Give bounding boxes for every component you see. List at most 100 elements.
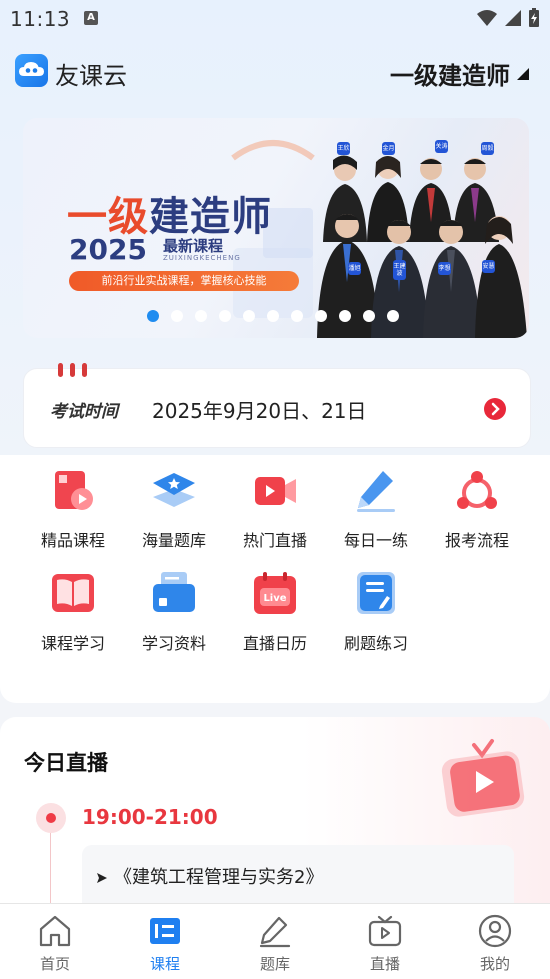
flow-nodes-icon (457, 471, 497, 509)
banner-dot[interactable] (243, 310, 255, 322)
exam-time-label: 考试时间 (50, 402, 118, 422)
teacher-tag: 王建波 (393, 260, 406, 280)
grid-item-label: 课程学习 (40, 634, 105, 653)
grid-item-courses[interactable]: 精品课程 (23, 455, 123, 550)
teacher-tag: 李想 (438, 262, 451, 275)
app-name: 友课云 (55, 62, 127, 90)
banner-tagline: 前沿行业实战课程，掌握核心技能 (69, 271, 299, 291)
teacher-tag: 安慧 (482, 260, 495, 273)
exam-time-card[interactable]: 考试时间 2025年9月20日、21日 (23, 363, 531, 448)
course-icon (150, 918, 180, 944)
teachers-illustration (317, 155, 527, 338)
tab-question-bank[interactable]: 题库 (220, 904, 330, 979)
svg-text:Live: Live (263, 593, 286, 604)
tab-label: 直播 (369, 955, 400, 973)
grid-item-practice[interactable]: 刷题练习 (326, 558, 426, 653)
grid-item-course-study[interactable]: 课程学习 (23, 558, 123, 653)
banner-title-blue: 建造师 (149, 194, 272, 240)
exam-selector[interactable]: 一级建造师 (390, 56, 530, 91)
banner-year: 2025 (69, 233, 147, 266)
status-time: 11:13 (10, 7, 71, 31)
live-calendar-icon: Live (254, 572, 296, 614)
live-time: 19:00-21:00 (82, 805, 218, 829)
grid-item-label: 每日一练 (343, 531, 408, 550)
grid-item-daily-practice[interactable]: 每日一练 (326, 455, 426, 550)
banner-dot[interactable] (363, 310, 375, 322)
wifi-icon (477, 10, 497, 26)
app-logo (15, 54, 48, 87)
triangle-right-icon (97, 873, 107, 883)
tab-live[interactable]: 直播 (330, 904, 440, 979)
banner-dot[interactable] (387, 310, 399, 322)
banner-dot[interactable] (195, 310, 207, 322)
open-book-icon (52, 574, 94, 612)
exam-selector-label: 一级建造师 (390, 62, 510, 90)
cloud-icon (19, 62, 44, 76)
edit-icon (259, 916, 291, 948)
teacher-tag: 关涛 (435, 140, 448, 153)
pencil-icon (357, 471, 395, 512)
book-play-icon (55, 471, 93, 510)
grid-item-live-calendar[interactable]: Live 直播日历 (225, 558, 325, 653)
tab-course[interactable]: 课程 (110, 904, 220, 979)
teacher-tag: 金月 (382, 142, 395, 155)
feature-grid: 精品课程 海量题库 热门直播 每日一练 报考流程 课程学习 学习资料 Live … (0, 455, 550, 703)
bottom-tab-bar: 首页 课程 题库 直播 我的 (0, 903, 550, 979)
status-icons (476, 8, 540, 28)
live-course-title: 《建筑工程管理与实务2》 (96, 863, 323, 889)
banner-dot[interactable] (219, 310, 231, 322)
pins-decoration (58, 363, 87, 377)
user-icon (478, 914, 512, 948)
grid-item-label: 刷题练习 (343, 634, 408, 653)
grid-item-materials[interactable]: 学习资料 (124, 558, 224, 653)
tv-play-decoration-icon (441, 739, 525, 817)
banner-subtitle-en: ZUIXINGKECHENG (163, 254, 241, 262)
grid-item-label: 直播日历 (242, 634, 307, 653)
tab-label: 课程 (149, 955, 180, 973)
tab-label: 我的 (479, 955, 510, 973)
grid-item-label: 报考流程 (444, 531, 509, 550)
grid-item-label: 精品课程 (40, 531, 105, 550)
banner-dot[interactable] (267, 310, 279, 322)
banner-dot[interactable] (315, 310, 327, 322)
tab-label: 题库 (259, 955, 290, 973)
banner-subtitle: 最新课程 (163, 237, 224, 255)
promo-banner[interactable]: 一级建造师 2025 最新课程 ZUIXINGKECHENG 前沿行业实战课程，… (23, 118, 529, 338)
triangle-down-icon (517, 67, 529, 80)
banner-pagination (147, 310, 399, 322)
grid-item-label: 热门直播 (242, 531, 307, 550)
status-bar: 11:13 A (0, 0, 550, 38)
banner-dot[interactable] (339, 310, 351, 322)
live-course-name: 《建筑工程管理与实务2》 (114, 867, 324, 888)
note-edit-icon (357, 572, 395, 614)
exam-time-value: 2025年9月20日、21日 (152, 399, 367, 423)
teacher-tag: 周毅 (481, 142, 494, 155)
tab-label: 首页 (39, 955, 70, 973)
folder-docs-icon (153, 572, 195, 612)
banner-dot[interactable] (147, 310, 159, 322)
tab-profile[interactable]: 我的 (440, 904, 550, 979)
app-header: 友课云 一级建造师 (0, 48, 550, 94)
signal-icon (505, 10, 521, 26)
teacher-tag: 王欣 (337, 142, 350, 155)
banner-dot[interactable] (171, 310, 183, 322)
teacher-tag: 潘旭 (348, 262, 361, 275)
section-title: 今日直播 (24, 751, 108, 775)
grid-item-live[interactable]: 热门直播 (225, 455, 325, 550)
banner-dot[interactable] (291, 310, 303, 322)
home-icon (39, 915, 71, 947)
video-camera-icon (255, 477, 296, 505)
layers-star-icon (153, 473, 195, 507)
timeline-line (50, 829, 51, 909)
teachers-photo: 王欣 金月 关涛 周毅 潘旭 王建波 李想 安慧 (305, 132, 529, 338)
tab-home[interactable]: 首页 (0, 904, 110, 979)
grid-item-label: 海量题库 (141, 531, 206, 550)
grid-item-question-bank[interactable]: 海量题库 (124, 455, 224, 550)
timeline-dot (36, 803, 66, 833)
arrow-right-icon[interactable] (484, 398, 506, 420)
grid-item-label: 学习资料 (141, 634, 206, 653)
a-icon: A (84, 11, 98, 25)
battery-icon (529, 8, 539, 27)
grid-item-exam-process[interactable]: 报考流程 (427, 455, 527, 550)
tv-play-icon (368, 915, 402, 947)
